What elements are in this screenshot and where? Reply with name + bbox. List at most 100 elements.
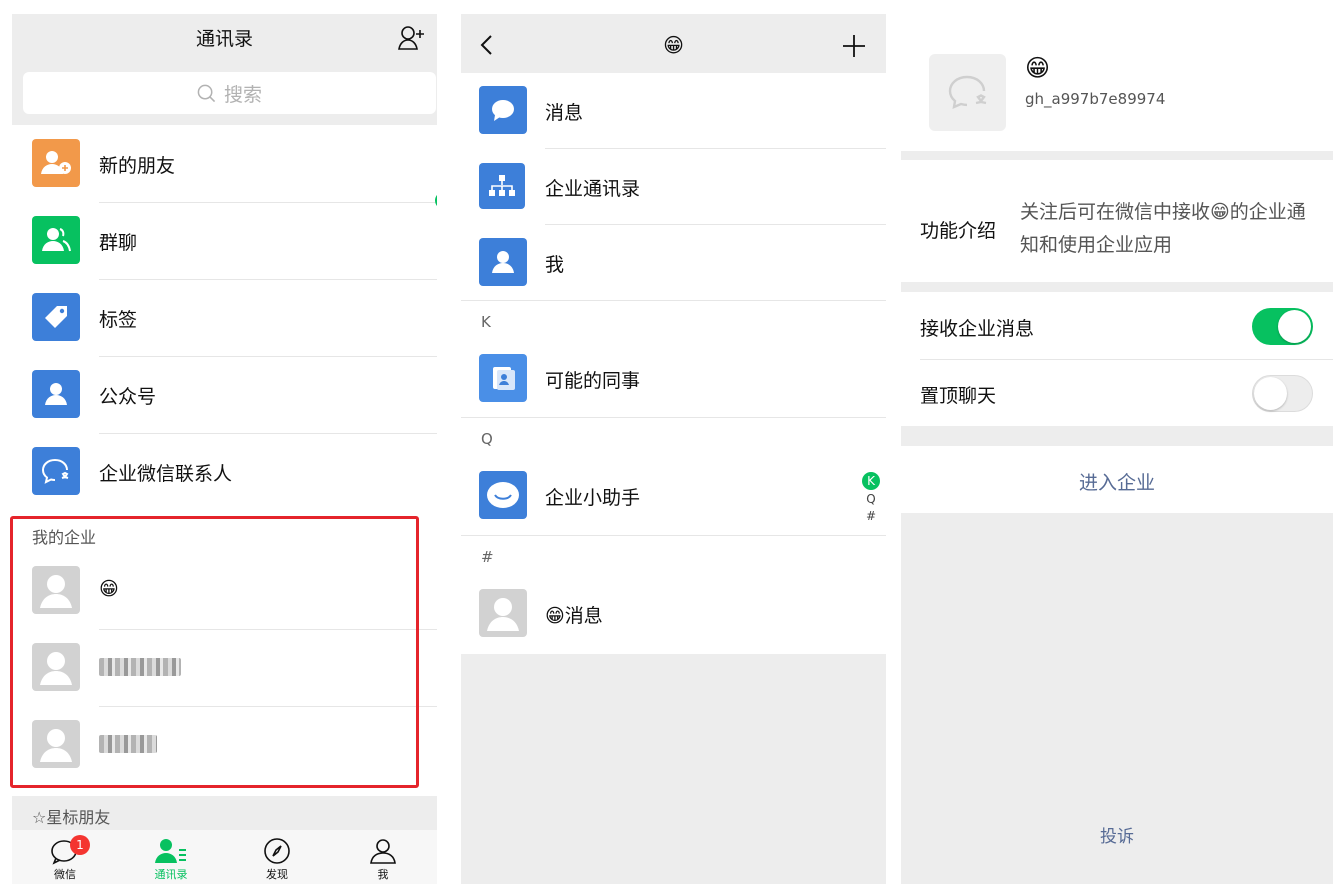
index-letter[interactable]: S [431,553,437,572]
index-letter[interactable]: R [431,534,437,553]
index-letter[interactable]: W [431,629,437,648]
person-outline-icon [330,836,436,866]
add-friend-icon [32,139,80,187]
search-placeholder: 搜索 [223,83,262,106]
index-letter[interactable]: X [431,648,437,667]
contacts-header: 通讯录 搜索 [12,14,437,125]
plus-icon[interactable] [842,34,866,58]
list-item-assistant[interactable]: 企业小助手 [461,458,886,533]
index-letter[interactable]: M [431,439,437,458]
entry-wecom-contacts[interactable]: 企业微信联系人 [12,433,437,510]
index-letter[interactable]: I [431,363,437,382]
list-item-messages[interactable]: 消息 [461,73,886,148]
section-title-my-enterprise: 我的企业 [32,528,97,547]
enter-enterprise-section: 进入企业 [901,446,1333,513]
report-link[interactable]: 投诉 [901,822,1333,847]
intro-section: 功能介绍 关注后可在微信中接收😁的企业通知和使用企业应用 [901,160,1333,282]
index-letter[interactable]: E [431,287,437,306]
list-item-possible-colleagues[interactable]: 可能的同事 [461,341,886,416]
index-letter-q[interactable]: Q [861,491,881,508]
index-letter[interactable]: V [431,610,437,629]
avatar [32,720,80,768]
tab-chats[interactable]: 1 微信 [12,835,118,882]
entry-new-friends[interactable]: 新的朋友 [12,125,437,202]
index-letter[interactable]: U [431,591,437,610]
section-index[interactable]: K Q # [861,472,881,525]
wecom-contact-icon [32,447,80,495]
list-item-label: 我 [545,254,565,276]
index-letter[interactable]: B [431,230,437,249]
wecom-logo-icon [929,54,1006,131]
index-letter-hash[interactable]: # [861,508,881,525]
index-letter[interactable]: Q [431,515,437,534]
section-header-q: Q [461,417,886,459]
profile-name: 😁 [1025,54,1051,82]
enterprise-panel: 😁 消息 企业通讯录 我 K 可能的同事 Q 企业小助手 # 😁消息 K Q # [461,14,886,884]
avatar [32,566,80,614]
index-letter[interactable]: G [431,325,437,344]
intro-label: 功能介绍 [920,220,997,242]
index-letter[interactable]: O [431,477,437,496]
entry-label: 标签 [99,309,138,331]
index-letter[interactable]: H [431,344,437,363]
enterprise-contact-row[interactable]: 😁 [12,552,437,629]
alphabet-index[interactable]: ☆ ABCDEFGHIJKLMNOPQRSTUVWXYZ# [431,192,437,724]
entry-label: 企业微信联系人 [99,463,233,485]
index-letter[interactable]: F [431,306,437,325]
index-letter[interactable]: P [431,496,437,515]
index-letter[interactable]: # [431,705,437,724]
tab-me[interactable]: 我 [330,836,436,882]
list-item-org-contacts[interactable]: 企业通讯录 [461,149,886,224]
entry-label: 公众号 [99,386,157,408]
list-item-me[interactable]: 我 [461,225,886,300]
index-letter[interactable]: J [431,382,437,401]
blurred-name [99,658,181,676]
setting-pin-chat-label: 置顶聊天 [920,385,997,407]
chat-bubble-icon [12,836,118,866]
tab-contacts[interactable]: 通讯录 [118,836,224,882]
blurred-name [99,735,157,753]
toggle-knob [1254,377,1287,410]
message-bubble-icon [479,86,527,134]
list-item-label: 企业通讯录 [545,178,641,200]
page-title: 通讯录 [195,28,253,50]
setting-receive-messages-label: 接收企业消息 [920,318,1035,340]
enter-enterprise-button[interactable]: 进入企业 [901,468,1333,495]
index-letter[interactable]: D [431,268,437,287]
settings-section: 接收企业消息 置顶聊天 [901,292,1333,426]
list-item-enterprise-messages[interactable]: 😁消息 [461,576,886,651]
index-letter[interactable]: N [431,458,437,477]
enterprise-contact-row[interactable] [12,629,437,706]
index-letter[interactable]: K [431,401,437,420]
section-letter: # [481,548,494,566]
receive-messages-toggle[interactable] [1252,308,1313,345]
section-letter: Q [481,430,493,448]
section-title-starred: ☆星标朋友 [32,808,111,827]
star-icon[interactable]: ☆ [434,192,437,209]
enterprise-list: 消息 企业通讯录 我 K 可能的同事 Q 企业小助手 # 😁消息 [461,73,886,654]
index-letter[interactable]: A [431,211,437,230]
intro-text: 关注后可在微信中接收😁的企业通知和使用企业应用 [1020,201,1306,256]
search-input[interactable]: 搜索 [23,72,436,114]
index-letter-k[interactable]: K [862,472,880,490]
entry-official-accounts[interactable]: 公众号 [12,356,437,433]
enterprise-contact-row[interactable] [12,706,437,783]
index-letter[interactable]: L [431,420,437,439]
official-account-icon [32,370,80,418]
tab-label: 我 [377,868,389,881]
starred-header: ☆星标朋友 [12,796,437,830]
entry-group-chats[interactable]: 群聊 [12,202,437,279]
avatar [32,643,80,691]
entry-tags[interactable]: 标签 [12,279,437,356]
index-letter[interactable]: Z [431,686,437,705]
pin-chat-toggle[interactable] [1252,375,1313,412]
profile-card: 😁 gh_a997b7e89974 [901,14,1333,151]
index-letter[interactable]: C [431,249,437,268]
index-letter[interactable]: Y [431,667,437,686]
colleague-card-icon [479,354,527,402]
enterprise-name: 😁 [99,578,119,600]
index-letter[interactable]: T [431,572,437,591]
bottom-tab-bar: 1 微信 通讯录 发现 我 [12,830,437,884]
tab-discover[interactable]: 发现 [224,836,330,882]
add-contact-icon[interactable] [397,24,427,52]
